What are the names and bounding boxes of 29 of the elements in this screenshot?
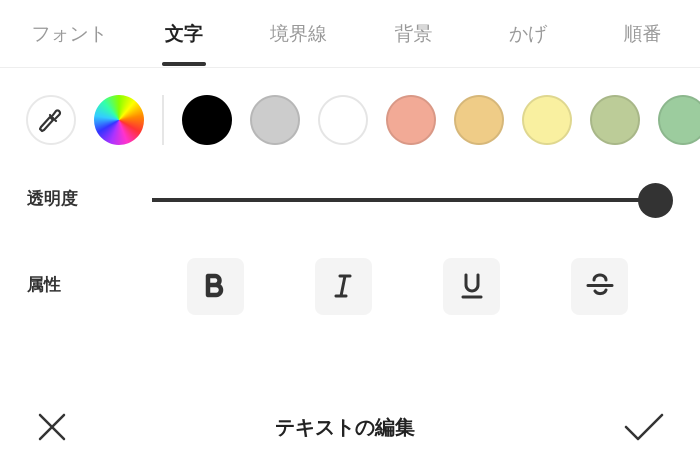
- color-swatch[interactable]: [386, 95, 436, 145]
- color-swatch[interactable]: [250, 95, 300, 145]
- checkmark-icon: [624, 413, 664, 441]
- confirm-button[interactable]: [624, 413, 664, 441]
- tab[interactable]: フォント: [12, 0, 127, 68]
- tab[interactable]: かげ: [470, 0, 586, 68]
- close-button[interactable]: [38, 413, 66, 441]
- eyedropper-button[interactable]: [26, 95, 76, 145]
- color-swatch[interactable]: [182, 95, 232, 145]
- dialog-title: テキストの編集: [275, 414, 415, 441]
- tab[interactable]: 境界線: [241, 0, 356, 68]
- bold-button[interactable]: [187, 258, 244, 314]
- italic-button[interactable]: [315, 258, 372, 314]
- slider-thumb[interactable]: [638, 182, 673, 218]
- color-swatch[interactable]: [590, 95, 640, 145]
- color-wheel-button[interactable]: [94, 95, 144, 145]
- color-swatch[interactable]: [318, 95, 368, 145]
- underline-button[interactable]: [443, 258, 500, 314]
- tab[interactable]: 背景: [356, 0, 471, 68]
- color-swatch[interactable]: [454, 95, 504, 145]
- opacity-label: 透明度: [27, 188, 79, 212]
- color-swatch[interactable]: [658, 95, 700, 145]
- strikethrough-button[interactable]: [571, 258, 628, 314]
- close-icon: [38, 413, 66, 441]
- attributes-label: 属性: [27, 274, 62, 298]
- tab[interactable]: 順番: [585, 0, 700, 68]
- color-swatch[interactable]: [522, 95, 572, 145]
- eyedropper-icon: [39, 107, 63, 133]
- tab[interactable]: 文字: [126, 0, 242, 68]
